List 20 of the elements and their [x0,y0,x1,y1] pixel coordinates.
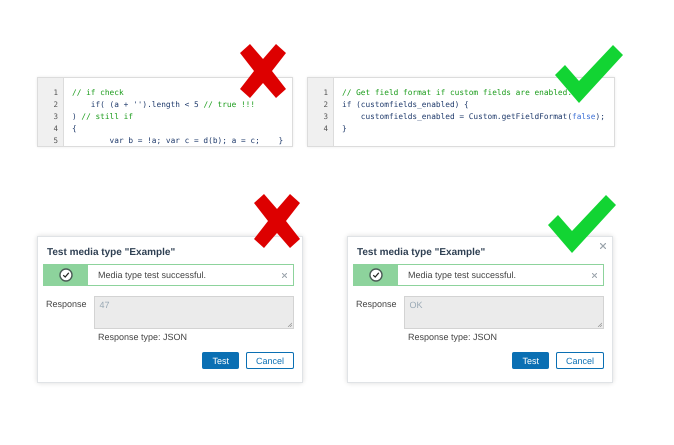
resize-grip-icon[interactable] [287,322,292,327]
check-circle-icon [369,268,383,282]
close-icon[interactable] [600,243,606,249]
response-type-text: Response type: JSON [98,332,188,342]
checkmark-icon [546,193,618,255]
field-label: Response [45,298,88,309]
resize-grip-icon[interactable] [597,322,602,327]
response-type-text: Response type: JSON [408,332,498,342]
cancel-button[interactable]: Cancel [556,352,604,369]
dialog-title: Test media type "Example" [47,247,176,258]
close-icon[interactable] [592,272,597,278]
test-button[interactable]: Test [512,352,549,369]
test-button[interactable]: Test [202,352,239,369]
cancel-button[interactable]: Cancel [246,352,294,369]
check-circle-icon [59,268,73,282]
field-label: Response [355,298,398,309]
dialog-title: Test media type "Example" [357,247,486,258]
message-text: Media type test successful. [407,269,518,282]
close-icon[interactable] [282,272,287,278]
message-text: Media type test successful. [97,269,208,282]
